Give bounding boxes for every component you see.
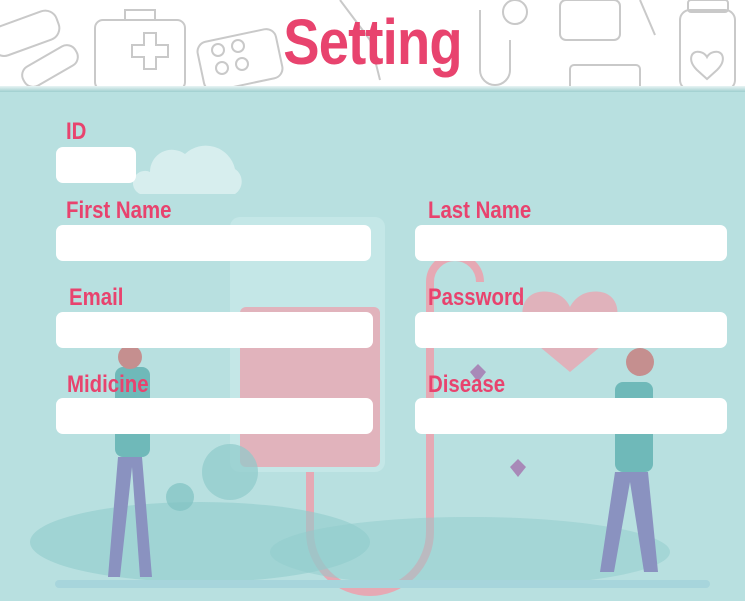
- email-field[interactable]: [56, 312, 373, 348]
- first-name-field[interactable]: [56, 225, 371, 261]
- last-name-label: Last Name: [428, 197, 532, 224]
- id-field[interactable]: [56, 147, 136, 183]
- last-name-field[interactable]: [415, 225, 727, 261]
- id-label: ID: [66, 118, 87, 145]
- disease-label: Disease: [428, 371, 506, 398]
- password-field[interactable]: [415, 312, 727, 348]
- page-title: Setting: [283, 6, 462, 78]
- password-label: Password: [428, 284, 525, 311]
- email-label: Email: [69, 284, 124, 311]
- medicine-label: Midicine: [67, 371, 149, 398]
- medicine-field[interactable]: [56, 398, 373, 434]
- header-banner: Setting: [0, 0, 745, 92]
- disease-field[interactable]: [415, 398, 727, 434]
- first-name-label: First Name: [66, 197, 172, 224]
